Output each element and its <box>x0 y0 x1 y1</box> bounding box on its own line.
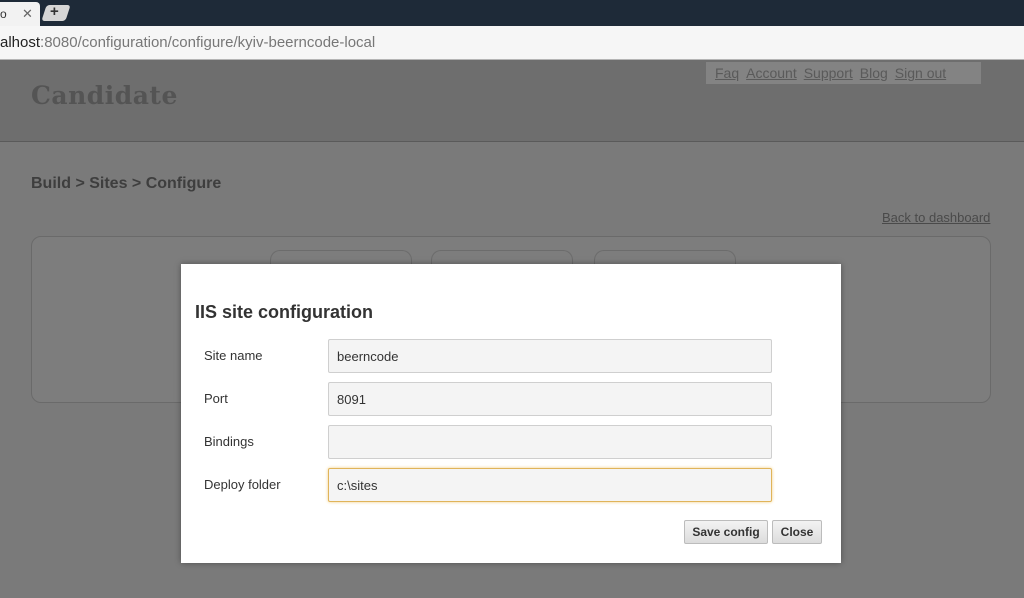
back-to-dashboard-link[interactable]: Back to dashboard <box>882 210 990 225</box>
browser-tab[interactable]: o ✕ <box>0 2 40 26</box>
top-nav: Faq Account Support Blog Sign out <box>706 62 981 84</box>
plus-icon[interactable]: + <box>50 3 59 20</box>
port-input[interactable] <box>328 382 772 416</box>
nav-account-link[interactable]: Account <box>746 65 797 81</box>
nav-signout-link[interactable]: Sign out <box>895 65 946 81</box>
nav-support-link[interactable]: Support <box>804 65 853 81</box>
url-host: alhost <box>0 34 41 51</box>
port-label: Port <box>204 391 228 406</box>
field-row-bindings: Bindings <box>181 425 841 461</box>
url-path: :8080/configuration/configure/kyiv-beern… <box>40 34 376 51</box>
tab-close-icon[interactable]: ✕ <box>22 6 33 22</box>
nav-faq-link[interactable]: Faq <box>715 65 739 81</box>
field-row-deploy-folder: Deploy folder <box>181 468 841 504</box>
field-row-site-name: Site name <box>181 339 841 375</box>
url-text[interactable]: alhost:8080/configuration/configure/kyiv… <box>0 34 375 51</box>
field-row-port: Port <box>181 382 841 418</box>
site-name-input[interactable] <box>328 339 772 373</box>
dialog-title: IIS site configuration <box>195 302 374 322</box>
address-bar[interactable]: alhost:8080/configuration/configure/kyiv… <box>0 26 1024 60</box>
nav-blog-link[interactable]: Blog <box>860 65 888 81</box>
bindings-input[interactable] <box>328 425 772 459</box>
site-logo[interactable]: Candidate <box>31 81 178 110</box>
breadcrumb: Build > Sites > Configure <box>31 175 222 192</box>
site-header: Candidate Faq Account Support Blog Sign out <box>0 60 1024 142</box>
bindings-label: Bindings <box>204 434 254 449</box>
deploy-folder-label: Deploy folder <box>204 477 281 492</box>
tab-title: o <box>0 7 7 21</box>
save-config-button[interactable]: Save config <box>684 520 768 544</box>
site-name-label: Site name <box>204 348 263 363</box>
close-button[interactable]: Close <box>772 520 822 544</box>
iis-config-dialog: IIS site configuration Site name Port Bi… <box>181 264 841 563</box>
browser-tab-bar: o ✕ + <box>0 0 1024 26</box>
deploy-folder-input[interactable] <box>328 468 772 502</box>
